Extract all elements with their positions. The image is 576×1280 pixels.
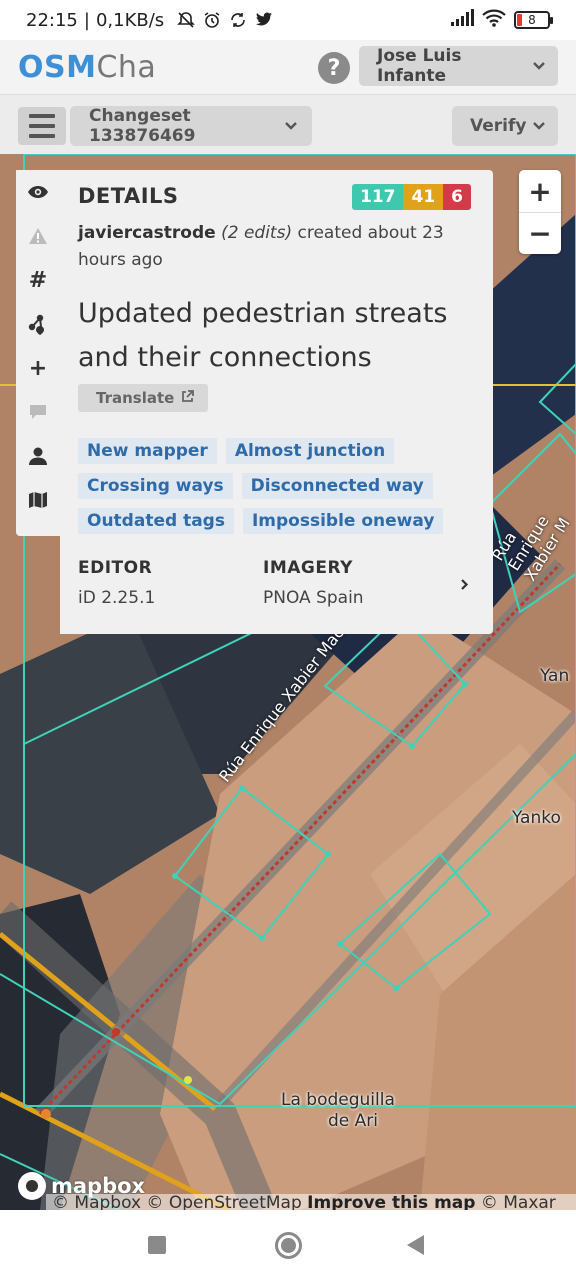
verify-label: Verify <box>470 116 527 136</box>
zoom-out-button[interactable]: − <box>519 212 561 254</box>
app-logo[interactable]: OSMCha <box>18 50 156 85</box>
hash-icon[interactable]: # <box>16 258 60 302</box>
chevron-right-icon[interactable] <box>460 576 469 596</box>
details-panel: DETAILS 117 41 6 javiercastrode (2 edits… <box>60 170 493 634</box>
status-time: 22:15 <box>26 9 78 31</box>
status-bar: 22:15 | 0,1KB/s 8 <box>0 0 576 40</box>
map-icon[interactable] <box>16 478 60 522</box>
tag-almost-junction[interactable]: Almost junction <box>225 438 395 464</box>
changeset-comment: Updated pedestrian streats and their con… <box>78 298 448 373</box>
tag-new-mapper[interactable]: New mapper <box>78 438 217 464</box>
battery-level: 8 <box>528 13 536 27</box>
chevron-down-icon <box>284 121 298 131</box>
nodes-icon[interactable] <box>16 302 60 346</box>
user-icon[interactable] <box>16 434 60 478</box>
help-button[interactable]: ? <box>318 52 350 84</box>
tag-outdated-tags[interactable]: Outdated tags <box>78 508 234 534</box>
recents-button[interactable] <box>148 1236 166 1254</box>
poi-label-bodeguilla: La bodeguilla de Ari <box>281 1090 395 1131</box>
improve-map-link[interactable]: Improve this map <box>307 1194 475 1210</box>
poi-label-yanko: Yanko <box>512 808 561 828</box>
external-link-icon <box>181 389 195 407</box>
deleted-count-badge: 6 <box>443 184 471 210</box>
sync-icon <box>228 10 248 30</box>
chevron-down-icon <box>532 121 546 131</box>
user-edit-count: (2 edits) <box>221 223 293 243</box>
warning-icon[interactable] <box>16 214 60 258</box>
imagery-value: PNOA Spain <box>263 588 364 608</box>
zoom-in-button[interactable]: + <box>519 170 561 212</box>
user-name: Jose Luis Infante <box>377 46 462 86</box>
verify-dropdown[interactable]: Verify <box>452 106 558 146</box>
panel-sidebar: # + <box>16 170 60 536</box>
chevron-down-icon <box>532 61 546 71</box>
battery-icon: 8 <box>514 11 553 29</box>
changeset-user-link[interactable]: javiercastrode <box>78 223 216 243</box>
user-menu-button[interactable]: Jose Luis Infante <box>359 46 558 86</box>
home-button[interactable] <box>275 1232 302 1259</box>
bell-off-icon <box>176 10 196 30</box>
editor-label: EDITOR <box>78 558 153 578</box>
status-net-speed: 0,1KB/s <box>95 9 165 31</box>
twitter-icon <box>254 10 274 30</box>
tag-disconnected-way[interactable]: Disconnected way <box>241 473 433 499</box>
alarm-icon <box>202 10 222 30</box>
changeset-dropdown[interactable]: Changeset 133876469 <box>70 106 312 146</box>
wifi-icon <box>482 9 506 32</box>
plus-icon[interactable]: + <box>16 346 60 390</box>
android-nav-bar <box>0 1210 576 1280</box>
zoom-control: + − <box>519 170 561 254</box>
eye-icon[interactable] <box>16 170 60 214</box>
created-count-badge: 117 <box>351 184 404 210</box>
app-header: OSMCha ? Jose Luis Infante <box>0 40 576 94</box>
tag-impossible-oneway[interactable]: Impossible oneway <box>242 508 444 534</box>
editor-value: iD 2.25.1 <box>78 588 156 608</box>
signal-icon <box>450 8 474 32</box>
changeset-label: Changeset 133876469 <box>89 106 196 146</box>
changeset-meta: javiercastrode (2 edits) created about 2… <box>78 220 475 274</box>
change-counts: 117 41 6 <box>351 184 471 210</box>
tag-crossing-ways[interactable]: Crossing ways <box>78 473 233 499</box>
comment-icon[interactable] <box>16 390 60 434</box>
map-attribution: © Mapbox © OpenStreetMap Improve this ma… <box>46 1194 576 1210</box>
translate-button[interactable]: Translate <box>78 384 209 412</box>
mapbox-icon <box>18 1172 46 1200</box>
hamburger-menu-button[interactable] <box>18 107 66 145</box>
imagery-label: IMAGERY <box>263 558 353 578</box>
modified-count-badge: 41 <box>403 184 444 210</box>
toolbar: Changeset 133876469 Verify <box>0 94 576 154</box>
poi-label-yan: Yan <box>540 666 570 686</box>
back-button[interactable] <box>407 1235 424 1255</box>
flag-tags: New mapper Almost junction Crossing ways… <box>78 438 458 534</box>
